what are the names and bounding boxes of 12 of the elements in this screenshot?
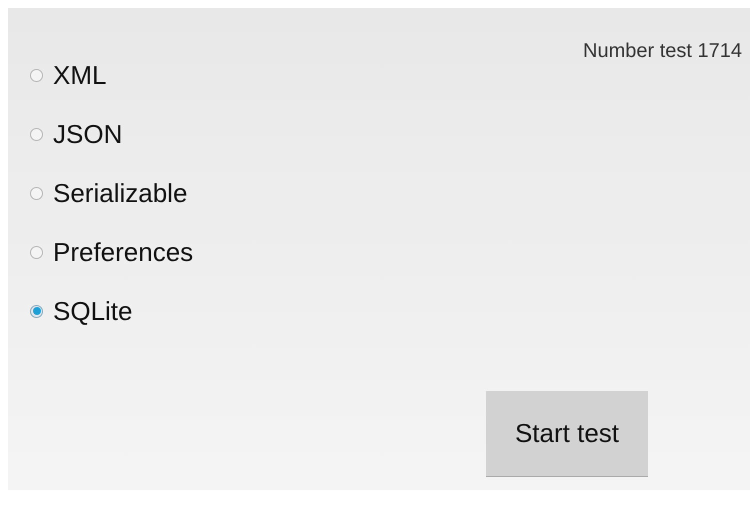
radio-option[interactable]: Serializable	[30, 174, 194, 212]
radio-icon[interactable]	[30, 246, 43, 258]
counter-text: Number test 1714	[583, 40, 742, 63]
radio-icon[interactable]	[30, 68, 43, 82]
radio-icon[interactable]	[30, 128, 43, 140]
radio-option[interactable]: JSON	[30, 115, 194, 153]
radio-icon[interactable]	[30, 304, 43, 318]
radio-option[interactable]: SQLite	[30, 292, 194, 330]
radio-option[interactable]: Preferences	[30, 233, 194, 271]
start-test-button[interactable]: Start test	[486, 391, 648, 477]
radio-icon[interactable]	[30, 186, 43, 200]
radio-option[interactable]: XML	[30, 56, 194, 94]
